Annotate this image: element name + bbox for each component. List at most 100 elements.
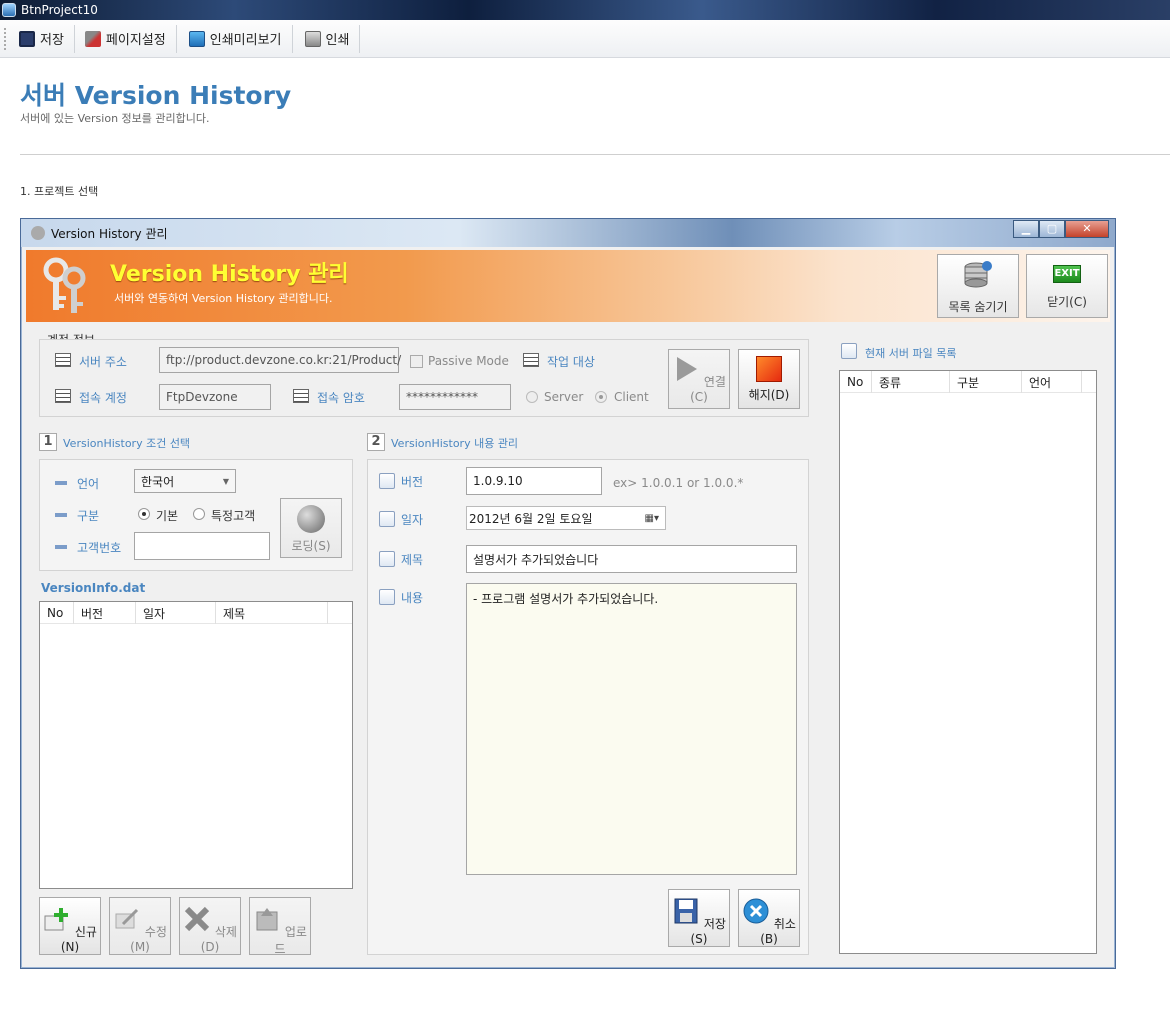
globe-icon bbox=[297, 505, 325, 533]
database-icon bbox=[964, 261, 992, 288]
subject-label: 제목 bbox=[401, 553, 424, 567]
work-target-icon bbox=[523, 353, 539, 367]
print-button[interactable]: 인쇄 bbox=[293, 24, 361, 53]
language-dash-icon bbox=[55, 481, 67, 485]
edit-button[interactable]: 수정(M) bbox=[109, 897, 171, 955]
customer-number-input[interactable] bbox=[134, 532, 270, 560]
date-doc-icon bbox=[379, 511, 395, 527]
language-label: 언어 bbox=[77, 477, 100, 491]
user-account-icon bbox=[55, 389, 71, 403]
section-heading: 1. 프로젝트 선택 bbox=[20, 185, 99, 198]
col-no[interactable]: No bbox=[40, 602, 74, 624]
content-cancel-button[interactable]: 취소(B) bbox=[738, 889, 800, 947]
basic-radio[interactable] bbox=[138, 508, 150, 520]
user-account-label: 접속 계정 bbox=[79, 391, 127, 405]
body-value: - 프로그램 설명서가 추가되었습니다. bbox=[473, 592, 659, 606]
server-file-list-header: No 종류 구분 언어 bbox=[840, 371, 1096, 393]
print-preview-button[interactable]: 인쇄미리보기 bbox=[177, 24, 293, 53]
server-address-label: 서버 주소 bbox=[79, 355, 127, 369]
cancel-x-circle-icon bbox=[743, 898, 769, 924]
play-icon bbox=[677, 357, 698, 381]
content-save-button[interactable]: 저장(S) bbox=[668, 889, 730, 947]
body-doc-icon bbox=[379, 589, 395, 605]
printer-icon bbox=[304, 30, 321, 47]
user-account-input[interactable]: FtpDevzone bbox=[159, 384, 271, 410]
connect-button[interactable]: 연결(C) bbox=[668, 349, 730, 409]
type-label: 구분 bbox=[77, 509, 100, 523]
language-value: 한국어 bbox=[141, 474, 175, 489]
server-address-icon bbox=[55, 353, 71, 367]
version-input[interactable]: 1.0.9.10 bbox=[466, 467, 602, 495]
version-list-header: No 버전 일자 제목 bbox=[40, 602, 352, 624]
col-subject[interactable]: 제목 bbox=[216, 602, 328, 624]
stop-icon bbox=[756, 356, 782, 382]
special-radio-label: 특정고객 bbox=[211, 509, 256, 523]
col-no[interactable]: No bbox=[840, 371, 872, 393]
floppy-icon bbox=[19, 30, 35, 47]
server-files-title: 현재 서버 파일 목록 bbox=[865, 347, 957, 360]
hide-list-button[interactable]: 목록 숨기기 bbox=[937, 254, 1019, 318]
new-button[interactable]: 신규(N) bbox=[39, 897, 101, 955]
loading-button[interactable]: 로딩(S) bbox=[280, 498, 342, 558]
add-row-icon bbox=[44, 908, 69, 931]
body-label: 내용 bbox=[401, 591, 424, 605]
subject-input[interactable]: 설명서가 추가되었습니다 bbox=[466, 545, 797, 573]
delete-x-icon bbox=[184, 906, 210, 932]
col-category[interactable]: 구분 bbox=[950, 371, 1022, 393]
app-titlebar: BtnProject10 bbox=[0, 0, 1170, 20]
server-radio-label: Server bbox=[544, 390, 584, 404]
client-radio[interactable] bbox=[595, 391, 607, 403]
disconnect-label: 해지(D) bbox=[748, 388, 790, 402]
close-button[interactable]: EXIT 닫기(C) bbox=[1026, 254, 1108, 318]
subject-doc-icon bbox=[379, 551, 395, 567]
col-kind[interactable]: 종류 bbox=[872, 371, 950, 393]
banner: Version History 관리 서버와 연동하여 Version Hist… bbox=[26, 250, 1110, 322]
toolbar-grip[interactable] bbox=[4, 27, 7, 50]
version-hint: ex> 1.0.0.1 or 1.0.0.* bbox=[613, 476, 744, 490]
customer-dash-icon bbox=[55, 545, 67, 549]
floppy-icon bbox=[674, 898, 698, 924]
section-number-2: 2 bbox=[367, 433, 385, 451]
server-file-list[interactable]: No 종류 구분 언어 bbox=[839, 370, 1097, 954]
col-version[interactable]: 버전 bbox=[74, 602, 136, 624]
language-select[interactable]: 한국어 ▼ bbox=[134, 469, 236, 493]
password-input[interactable]: ************ bbox=[399, 384, 511, 410]
delete-button[interactable]: 삭제(D) bbox=[179, 897, 241, 955]
hide-list-label: 목록 숨기기 bbox=[948, 300, 1008, 314]
col-language[interactable]: 언어 bbox=[1022, 371, 1082, 393]
server-files-icon bbox=[841, 343, 857, 359]
col-date[interactable]: 일자 bbox=[136, 602, 216, 624]
date-picker[interactable]: 2012년 6월 2일 토요일 ▦▾ bbox=[466, 506, 666, 530]
upload-box-icon bbox=[256, 908, 278, 931]
close-label: 닫기(C) bbox=[1047, 295, 1087, 309]
client-radio-label: Client bbox=[614, 390, 649, 404]
monitor-icon bbox=[188, 30, 205, 47]
content-title: VersionHistory 내용 관리 bbox=[391, 437, 519, 450]
save-label: 저장 bbox=[40, 33, 64, 48]
maximize-button[interactable]: ▢ bbox=[1039, 220, 1065, 238]
version-list[interactable]: No 버전 일자 제목 bbox=[39, 601, 353, 889]
server-address-input[interactable]: ftp://product.devzone.co.kr:21/Product/ bbox=[159, 347, 401, 373]
window-close-button[interactable]: ✕ bbox=[1065, 220, 1109, 238]
password-icon bbox=[293, 389, 309, 403]
minimize-button[interactable]: ▁ bbox=[1013, 220, 1039, 238]
special-radio[interactable] bbox=[193, 508, 205, 520]
server-radio[interactable] bbox=[526, 391, 538, 403]
key-icon bbox=[31, 226, 45, 240]
disconnect-button[interactable]: 해지(D) bbox=[738, 349, 800, 409]
upload-button[interactable]: 업로드 bbox=[249, 897, 311, 956]
section-number-1: 1 bbox=[39, 433, 57, 451]
save-button[interactable]: 저장 bbox=[13, 24, 75, 53]
basic-radio-label: 기본 bbox=[156, 509, 179, 523]
calendar-dropdown-icon[interactable]: ▦▾ bbox=[645, 513, 659, 524]
passive-mode-checkbox[interactable] bbox=[410, 355, 423, 368]
app-title: BtnProject10 bbox=[21, 3, 98, 17]
customer-number-label: 고객번호 bbox=[77, 541, 122, 555]
page-setup-button[interactable]: 페이지설정 bbox=[75, 24, 177, 53]
print-preview-label: 인쇄미리보기 bbox=[209, 33, 282, 48]
tools-icon bbox=[84, 30, 101, 47]
body-textarea[interactable]: - 프로그램 설명서가 추가되었습니다. bbox=[466, 583, 797, 875]
type-dash-icon bbox=[55, 513, 67, 517]
work-target-label: 작업 대상 bbox=[547, 355, 595, 369]
page-title: 서버 Version History bbox=[20, 81, 292, 110]
